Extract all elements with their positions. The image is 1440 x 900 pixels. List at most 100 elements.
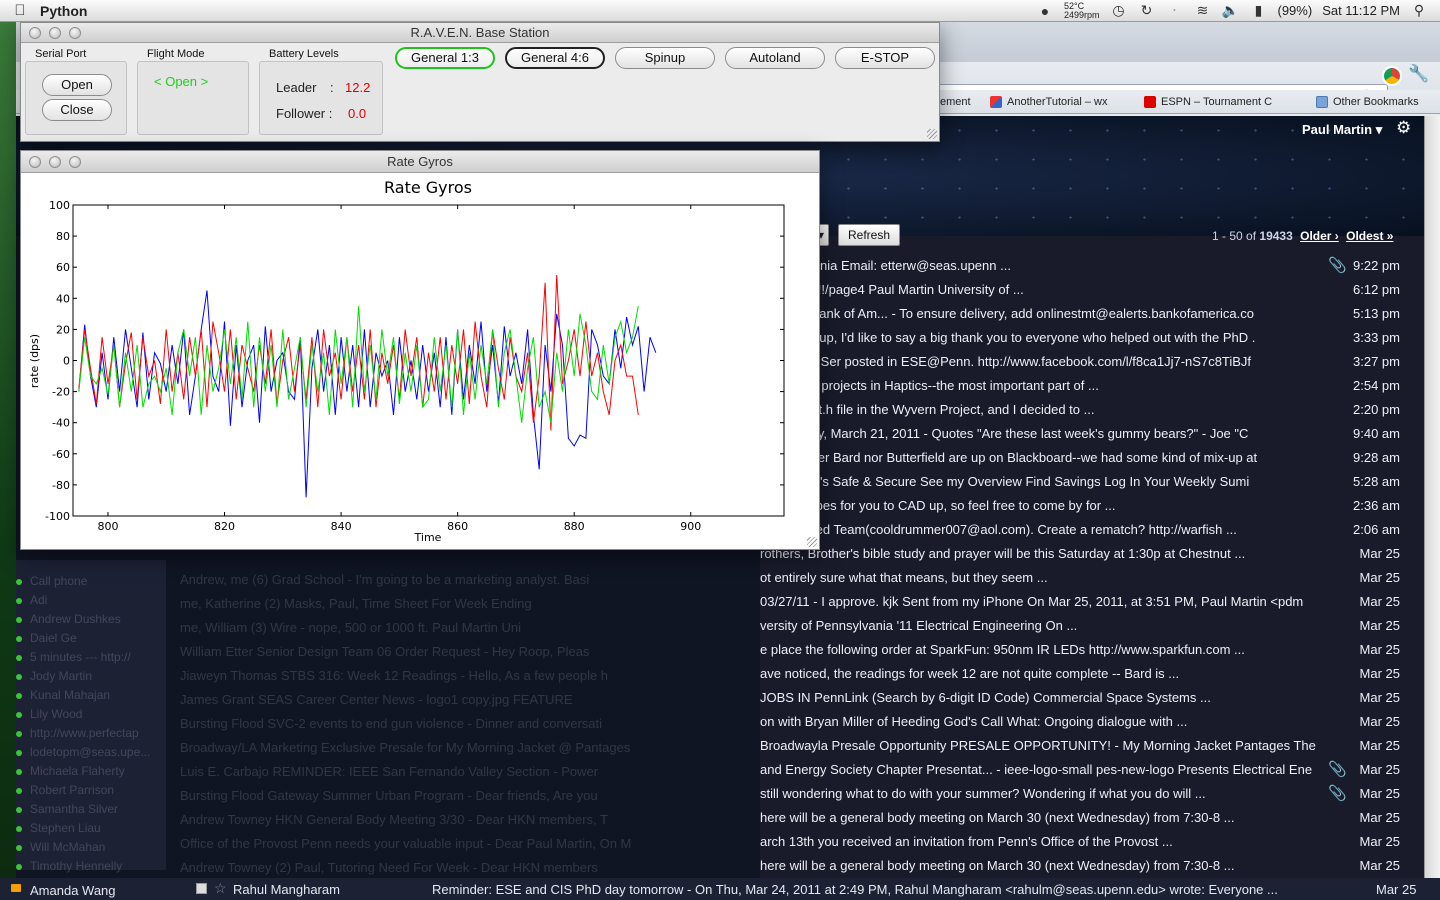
refresh-button[interactable]: Refresh — [838, 224, 900, 246]
bookmark-item[interactable]: AnotherTutorial – wx — [990, 96, 1107, 108]
table-row[interactable]: versity of Pennsylvania '11 Electrical E… — [760, 614, 1408, 638]
bookmark-item[interactable]: Other Bookmarks — [1316, 96, 1419, 108]
table-row[interactable]: up the uart.h file in the Wyvern Project… — [760, 398, 1408, 422]
zoom-window-icon[interactable] — [69, 156, 81, 168]
chat-contact[interactable]: Andrew Dushkes — [30, 612, 121, 626]
table-row[interactable]: still wondering what to do with your sum… — [760, 782, 1408, 806]
table-row[interactable]: here will be a general body meeting on M… — [760, 854, 1408, 878]
menubar-clock[interactable]: Sat 11:12 PM — [1322, 3, 1400, 18]
chat-contact[interactable]: Adi — [30, 593, 47, 607]
chat-contact[interactable]: Daiel Ge — [30, 631, 77, 645]
resize-grip-icon[interactable] — [927, 129, 937, 139]
table-row[interactable]: ated by Red Team(cooldrummer007@aol.com)… — [760, 518, 1408, 542]
oldest-link[interactable]: Oldest » — [1346, 229, 1393, 243]
chat-contact[interactable]: http://www.perfectap — [30, 726, 139, 740]
contact-name: Andrew Dushkes — [30, 612, 121, 626]
table-row[interactable]: New-IMU!!!/page4 Paul Martin University … — [760, 278, 1408, 302]
sync-icon[interactable]: ↻ — [1138, 2, 1156, 19]
zoom-window-icon[interactable] — [69, 27, 81, 39]
table-row[interactable]: ass: Neither Bard nor Butterfield are up… — [760, 446, 1408, 470]
chat-contact[interactable]: Jody Martin — [30, 669, 92, 683]
table-row[interactable]: on with Bryan Miller of Heeding God's Ca… — [760, 710, 1408, 734]
chat-contact[interactable]: Will McMahan — [30, 840, 105, 854]
table-row[interactable]: Pennsylvania Email: etterw@seas.upenn ..… — [760, 254, 1408, 278]
temperature-readout[interactable]: 52°C 2499rpm — [1064, 1, 1100, 20]
page-scrollbar[interactable] — [1424, 116, 1440, 900]
minimize-window-icon[interactable] — [49, 27, 61, 39]
table-row[interactable]: ble from Bank of Am... - To ensure deliv… — [760, 302, 1408, 326]
table-row[interactable]: James Grant SEAS Career Center News - lo… — [180, 692, 750, 716]
close-window-icon[interactable] — [29, 27, 41, 39]
raven-title-bar[interactable]: R.A.V.E.N. Base Station — [21, 23, 939, 43]
app-menu-name[interactable]: Python — [40, 3, 87, 19]
spinup-button[interactable]: Spinup — [615, 47, 715, 69]
table-row[interactable]: Andrew, me (6) Grad School - I'm going t… — [180, 572, 750, 596]
table-row[interactable]: Amanda Wang ☆ Rahul Mangharam Reminder: … — [0, 878, 1440, 900]
resize-grip-icon[interactable] — [807, 537, 817, 547]
table-row[interactable]: Pls... - Jin Ser posted in ESE@Penn. htt… — [760, 350, 1408, 374]
gyros-title-bar[interactable]: Rate Gyros — [21, 151, 819, 173]
table-row[interactable]: me, William (3) Wire - nope, 500 or 1000… — [180, 620, 750, 644]
chat-contact[interactable]: Robert Parrison — [30, 783, 114, 797]
general-4-6-button[interactable]: General 4:6 — [505, 47, 605, 69]
spotlight-search-icon[interactable]: ⚲ — [1410, 2, 1428, 19]
older-link[interactable]: Older › — [1300, 229, 1339, 243]
table-row[interactable]: on Monday, March 21, 2011 - Quotes "Are … — [760, 422, 1408, 446]
bluetooth-icon[interactable]: ᛫ — [1166, 3, 1184, 19]
table-row[interactable]: rothers, Brother's bible study and praye… — [760, 542, 1408, 566]
close-port-button[interactable]: Close — [42, 99, 112, 121]
battery-icon[interactable]: ▮ — [1250, 2, 1268, 19]
open-port-button[interactable]: Open — [42, 74, 112, 96]
minimize-window-icon[interactable] — [49, 156, 61, 168]
table-row[interactable]: arch 13th you received an invitation fro… — [760, 830, 1408, 854]
chat-contact[interactable]: 5 minutes --- http:// — [30, 650, 131, 664]
row-checkbox[interactable] — [196, 883, 207, 894]
chat-contact[interactable]: lodetopm@seas.upe... — [30, 745, 150, 759]
table-row[interactable]: ave noticed, the readings for week 12 ar… — [760, 662, 1408, 686]
table-row[interactable]: and Energy Society Chapter Presentat... … — [760, 758, 1408, 782]
table-row[interactable]: Broadwayla Presale Opportunity PRESALE O… — [760, 734, 1408, 758]
account-name[interactable]: Paul Martin ▾ — [1302, 122, 1382, 138]
email-snippet: arch 13th you received an invitation fro… — [760, 834, 1173, 849]
table-row[interactable]: crazy shapes for you to CAD up, so feel … — [760, 494, 1408, 518]
table-row[interactable]: here will be a general body meeting on M… — [760, 806, 1408, 830]
table-row[interactable]: aptics Group, I'd like to say a big than… — [760, 326, 1408, 350]
e-stop-button[interactable]: E-STOP — [835, 47, 935, 69]
volume-icon[interactable]: 🔈 — [1222, 2, 1240, 19]
wrench-icon[interactable]: 🔧 — [1408, 64, 1429, 84]
chat-contact[interactable]: Kunal Mahajan — [30, 688, 110, 702]
table-row[interactable]: Broadway/LA Marketing Exclusive Presale … — [180, 740, 750, 764]
table-row[interactable]: Andrew Towney HKN General Body Meeting 3… — [180, 812, 750, 836]
chat-contact[interactable]: Call phone — [30, 574, 87, 588]
bookmark-item[interactable]: ESPN – Tournament C — [1144, 96, 1272, 108]
general-1-3-button[interactable]: General 1:3 — [395, 47, 495, 69]
table-row[interactable]: Jiaweyn Thomas STBS 316: Week 12 Reading… — [180, 668, 750, 692]
table-row[interactable]: Bursting Flood SVC-2 events to end gun v… — [180, 716, 750, 740]
table-row[interactable]: Luis E. Carbajo REMINDER: IEEE San Ferna… — [180, 764, 750, 788]
chat-contact[interactable]: Stephen Liau — [30, 821, 101, 835]
wifi-icon[interactable]: ≋ — [1194, 2, 1212, 19]
table-row[interactable]: Bursting Flood Gateway Summer Urban Prog… — [180, 788, 750, 812]
time-machine-icon[interactable]: ◷ — [1110, 2, 1128, 19]
autoland-button[interactable]: Autoland — [725, 47, 825, 69]
table-row[interactable]: 03/27/11 - I approve. kjk Sent from my i… — [760, 590, 1408, 614]
close-window-icon[interactable] — [29, 156, 41, 168]
table-row[interactable]: ot entirely sure what that means, but th… — [760, 566, 1408, 590]
globe-icon[interactable]: ● — [1036, 3, 1054, 19]
table-row[interactable]: William Etter Senior Design Team 06 Orde… — [180, 644, 750, 668]
chat-contact[interactable]: Samantha Silver — [30, 802, 118, 816]
chat-contact[interactable]: Lily Wood — [30, 707, 82, 721]
table-row[interactable]: JOBS IN PennLink (Search by 6-digit ID C… — [760, 686, 1408, 710]
table-row[interactable]: me, Katherine (2) Masks, Paul, Time Shee… — [180, 596, 750, 620]
apple-icon[interactable]:  — [0, 2, 40, 19]
table-row[interactable]: Office of the Provost Penn needs your va… — [180, 836, 750, 860]
gear-icon[interactable]: ⚙ — [1396, 118, 1411, 138]
chat-contact[interactable]: Timothy Hennelly — [30, 859, 122, 873]
table-row[interactable]: e place the following order at SparkFun:… — [760, 638, 1408, 662]
chat-contact[interactable]: Amanda Wang — [30, 883, 116, 898]
star-icon[interactable]: ☆ — [214, 880, 227, 897]
chat-contact[interactable]: Michaela Flaherty — [30, 764, 125, 778]
table-row[interactable]: e for most projects in Haptics--the most… — [760, 374, 1408, 398]
table-row[interactable]: t.com Mint's Safe & Secure See my Overvi… — [760, 470, 1408, 494]
bookmark-item[interactable]: ement — [940, 96, 971, 108]
